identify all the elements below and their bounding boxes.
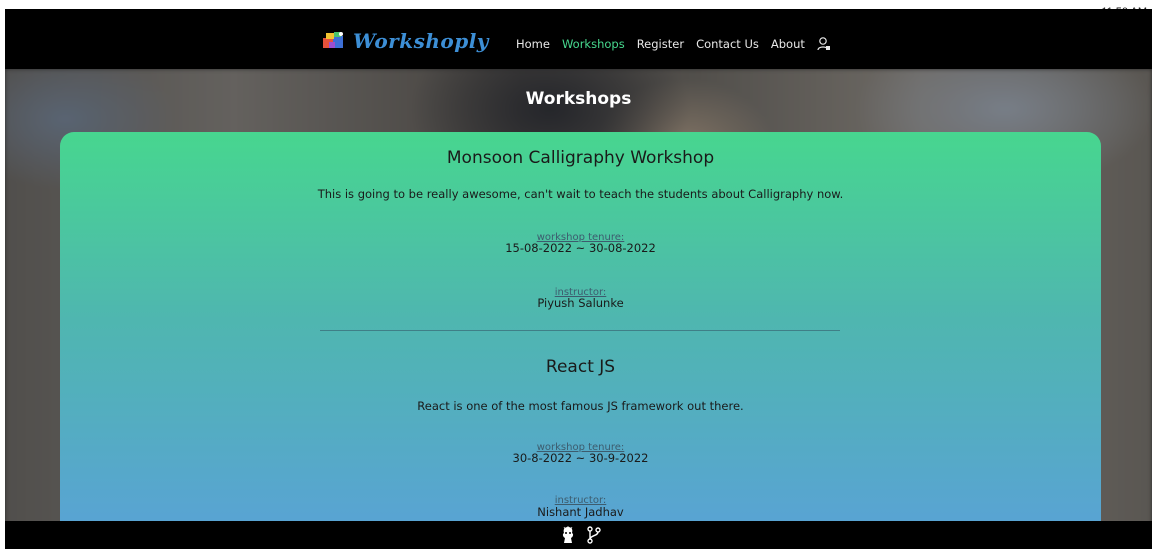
- top-navbar: Workshoply Home Workshops Register Conta…: [5, 9, 1152, 69]
- nav-workshops[interactable]: Workshops: [562, 37, 625, 51]
- nav-about[interactable]: About: [771, 37, 805, 51]
- page-title: Workshops: [525, 89, 632, 109]
- workshop-title: Monsoon Calligraphy Workshop: [446, 148, 715, 168]
- nav-contact-us[interactable]: Contact Us: [696, 37, 759, 51]
- instructor-value: Piyush Salunke: [537, 296, 624, 310]
- instructor-value: Nishant Jadhav: [537, 505, 624, 519]
- workshops-card: Monsoon Calligraphy Workshop This is goi…: [60, 132, 1101, 549]
- workshop-description: React is one of the most famous JS frame…: [417, 399, 744, 413]
- user-icon[interactable]: [817, 36, 831, 52]
- tenure-value: 30-8-2022 ~ 30-9-2022: [512, 451, 649, 465]
- portrait-logo-icon[interactable]: [560, 526, 576, 544]
- browser-viewport: Workshoply Home Workshops Register Conta…: [5, 9, 1152, 549]
- tenure-value: 15-08-2022 ~ 30-08-2022: [505, 241, 656, 255]
- colorful-cube-logo-icon: [323, 32, 343, 48]
- workshop-title: React JS: [545, 357, 616, 377]
- nav-register[interactable]: Register: [637, 37, 684, 51]
- main-nav: Home Workshops Register Contact Us About: [516, 36, 831, 52]
- footer: [5, 521, 1152, 549]
- git-branch-icon[interactable]: [586, 526, 602, 544]
- workshop-description: This is going to be really awesome, can'…: [317, 187, 844, 201]
- brand-link[interactable]: Workshoply: [321, 29, 489, 53]
- nav-home[interactable]: Home: [516, 37, 550, 51]
- workshop-divider: [320, 330, 840, 331]
- brand-name: Workshoply: [353, 29, 489, 53]
